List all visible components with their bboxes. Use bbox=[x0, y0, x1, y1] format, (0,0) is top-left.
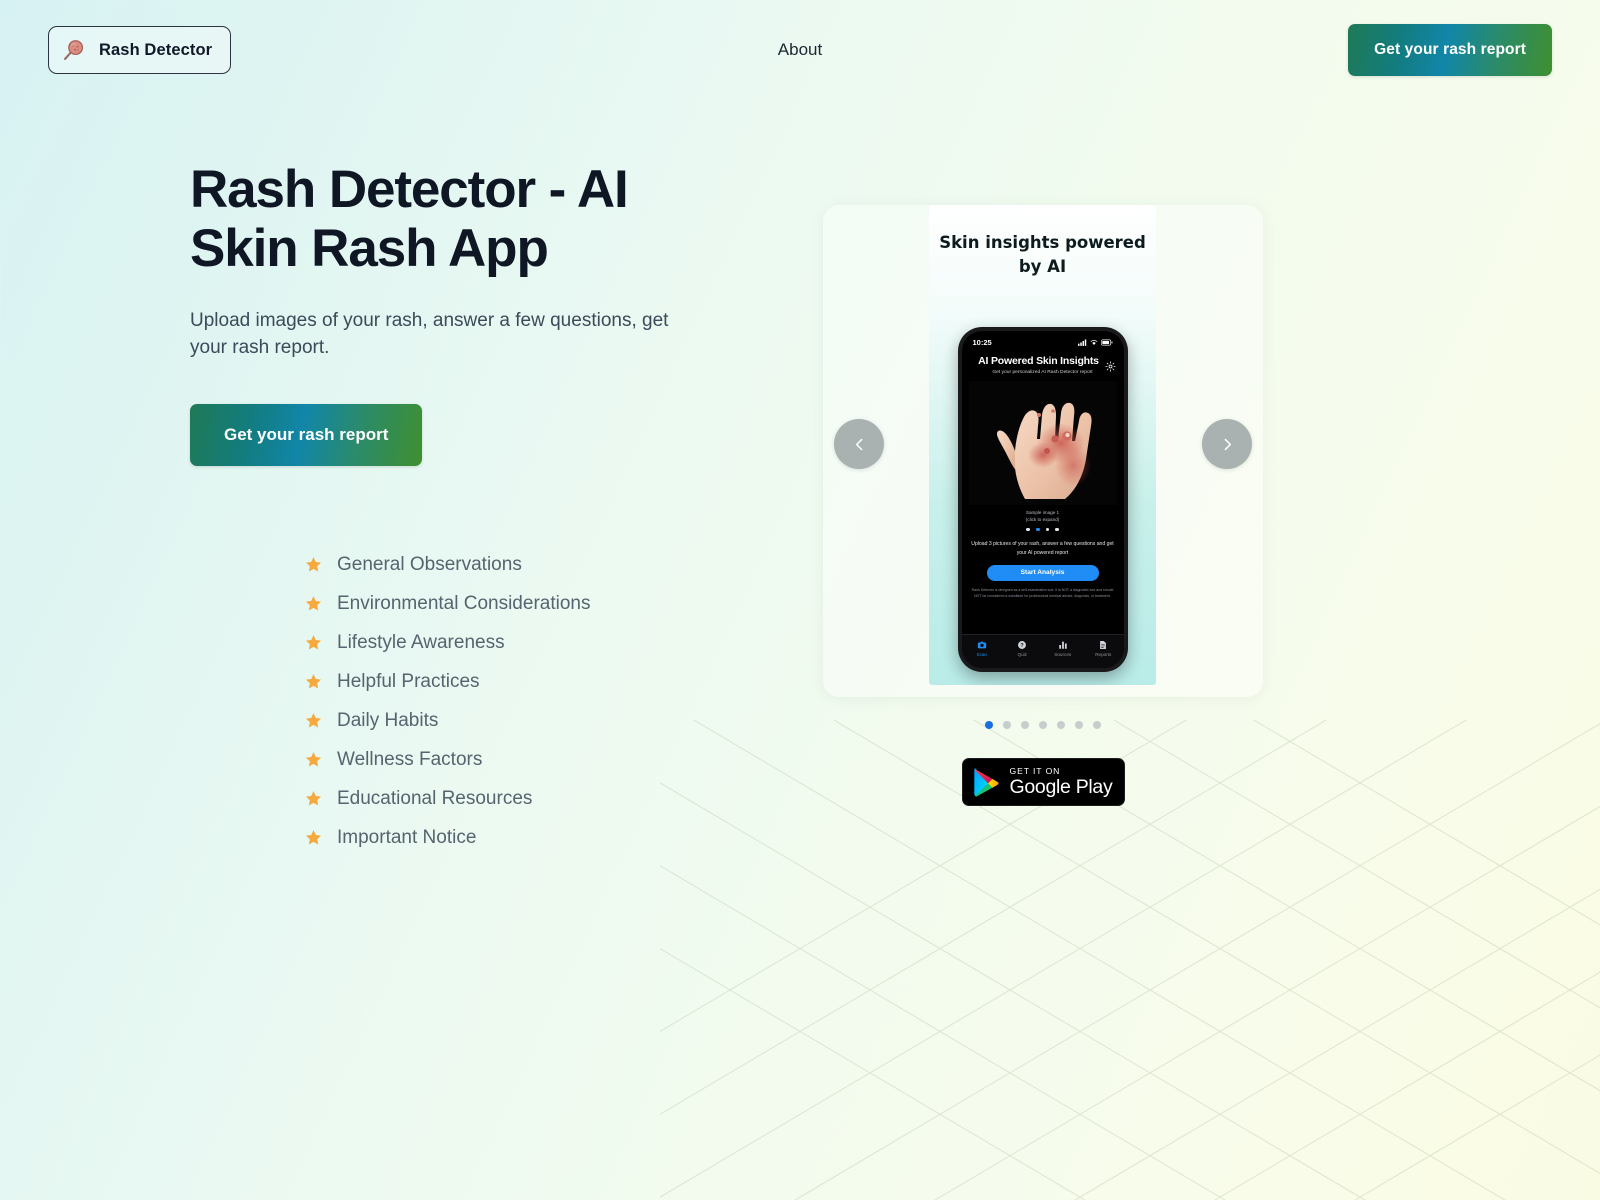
feature-list-item: Lifestyle Awareness bbox=[305, 623, 590, 662]
phone-image-dots bbox=[962, 527, 1124, 532]
carousel-prev-button[interactable] bbox=[834, 419, 884, 469]
phone-image-dot[interactable] bbox=[1055, 527, 1059, 532]
hero-subtitle: Upload images of your rash, answer a few… bbox=[190, 309, 669, 359]
phone-disclaimer: Rash Detector is designed as a self-exam… bbox=[971, 587, 1114, 598]
feature-list-item: Important Notice bbox=[305, 818, 590, 857]
magnifier-rash-icon bbox=[64, 40, 84, 60]
start-analysis-button[interactable]: Start Analysis bbox=[986, 564, 1099, 581]
feature-list: General Observations Environmental Consid… bbox=[305, 545, 590, 857]
phone-blurb: Upload 3 pictures of your rash, answer a… bbox=[971, 541, 1114, 557]
chevron-left-icon bbox=[855, 438, 862, 450]
header-get-report-button[interactable]: Get your rash report bbox=[1348, 24, 1552, 76]
carousel-slide[interactable]: Skin insights powered by AI 10:25 AI Pow… bbox=[929, 205, 1156, 685]
phone-tab-label: Sources bbox=[1054, 652, 1072, 657]
brand-logo-button[interactable]: Rash Detector bbox=[48, 26, 232, 74]
phone-screen: 10:25 AI Powered Skin Insights Get your … bbox=[961, 331, 1124, 668]
gear-icon[interactable] bbox=[1104, 361, 1116, 372]
feature-label: Important Notice bbox=[337, 826, 477, 848]
star-icon bbox=[305, 830, 322, 845]
star-icon bbox=[305, 557, 322, 572]
phone-tab-sources[interactable]: Sources bbox=[1044, 640, 1082, 657]
sample-caption-line1: Sample image 1 bbox=[1025, 510, 1060, 515]
site-header: Rash Detector About Get your rash report bbox=[0, 0, 1600, 100]
battery-icon bbox=[1100, 339, 1112, 346]
phone-tab-label: Reports bbox=[1095, 652, 1112, 657]
header-cta-container: Get your rash report bbox=[1348, 24, 1552, 76]
phone-mockup: 10:25 AI Powered Skin Insights Get your … bbox=[957, 327, 1128, 672]
carousel-dot[interactable] bbox=[1057, 721, 1065, 729]
phone-image-dot[interactable] bbox=[1026, 527, 1030, 532]
phone-tab-scan[interactable]: Scan bbox=[963, 640, 1001, 657]
hero-get-report-button[interactable]: Get your rash report bbox=[190, 403, 423, 466]
hero-section: Rash Detector - AI Skin Rash App Upload … bbox=[190, 160, 750, 466]
feature-label: Helpful Practices bbox=[337, 670, 480, 692]
page-title: Rash Detector - AI Skin Rash App bbox=[190, 160, 629, 279]
feature-label: Wellness Factors bbox=[337, 748, 483, 770]
wifi-icon bbox=[1090, 340, 1097, 345]
feature-label: Educational Resources bbox=[337, 787, 533, 809]
feature-list-item: Helpful Practices bbox=[305, 662, 590, 701]
feature-list-item: Daily Habits bbox=[305, 701, 590, 740]
feature-list-item: General Observations bbox=[305, 545, 590, 584]
brand-name: Rash Detector bbox=[99, 40, 213, 59]
carousel-dot[interactable] bbox=[985, 721, 993, 729]
feature-list-item: Educational Resources bbox=[305, 779, 590, 818]
carousel-dot[interactable] bbox=[1039, 721, 1047, 729]
star-icon bbox=[305, 713, 322, 728]
feature-label: Lifestyle Awareness bbox=[337, 631, 505, 653]
star-icon bbox=[305, 752, 322, 767]
carousel: Skin insights powered by AI 10:25 AI Pow… bbox=[823, 205, 1263, 697]
star-icon bbox=[305, 791, 322, 806]
carousel-dot[interactable] bbox=[1003, 721, 1011, 729]
status-time: 10:25 bbox=[972, 338, 992, 347]
star-icon bbox=[305, 674, 322, 689]
phone-image-dot[interactable] bbox=[1045, 527, 1050, 532]
carousel-dot[interactable] bbox=[1021, 721, 1029, 729]
app-showcase: Skin insights powered by AI 10:25 AI Pow… bbox=[823, 205, 1263, 806]
phone-tab-reports[interactable]: Reports bbox=[1084, 640, 1122, 657]
nav-link-about[interactable]: About bbox=[778, 40, 822, 60]
google-play-badge[interactable]: GET IT ON Google Play bbox=[961, 758, 1125, 806]
google-play-text: GET IT ON Google Play bbox=[1010, 767, 1113, 797]
feature-label: Daily Habits bbox=[337, 709, 439, 731]
sample-image-caption: Sample image 1 (click to expand) bbox=[962, 510, 1124, 524]
svg-text:?: ? bbox=[1021, 643, 1024, 649]
feature-label: Environmental Considerations bbox=[337, 592, 591, 614]
chevron-right-icon bbox=[1224, 438, 1231, 450]
phone-tab-quiz[interactable]: ? Quiz bbox=[1003, 640, 1041, 657]
google-play-icon bbox=[973, 768, 999, 797]
feature-list-item: Wellness Factors bbox=[305, 740, 590, 779]
phone-image-dot[interactable] bbox=[1035, 527, 1040, 532]
document-icon bbox=[1100, 641, 1107, 649]
feature-list-item: Environmental Considerations bbox=[305, 584, 590, 623]
rash-sample-image[interactable] bbox=[968, 381, 1117, 505]
carousel-dot[interactable] bbox=[1075, 721, 1083, 729]
status-indicators bbox=[1077, 339, 1113, 346]
phone-screen-title: AI Powered Skin Insights bbox=[978, 355, 1099, 367]
phone-screen-subtitle: Get your personalized AI Rash Detector r… bbox=[992, 370, 1093, 375]
camera-icon bbox=[977, 641, 986, 649]
sample-caption-line2: (click to expand) bbox=[1025, 516, 1060, 522]
carousel-dots bbox=[823, 721, 1263, 729]
slide-heading: Skin insights powered by AI bbox=[939, 233, 1146, 276]
carousel-dot[interactable] bbox=[1093, 721, 1101, 729]
bar-chart-icon bbox=[1059, 641, 1067, 649]
main-nav: About bbox=[778, 40, 822, 60]
play-badge-small-text: GET IT ON bbox=[1009, 765, 1061, 776]
star-icon bbox=[305, 635, 322, 650]
phone-tab-label: Quiz bbox=[1017, 652, 1027, 657]
phone-tab-label: Scan bbox=[976, 652, 987, 657]
star-icon bbox=[305, 596, 322, 611]
feature-label: General Observations bbox=[337, 553, 522, 575]
carousel-next-button[interactable] bbox=[1202, 419, 1252, 469]
cellular-icon bbox=[1077, 339, 1086, 346]
question-icon: ? bbox=[1018, 641, 1027, 649]
play-badge-big-text: Google Play bbox=[1009, 775, 1113, 798]
phone-tabbar: Scan ? Quiz Sources Reports bbox=[961, 634, 1124, 668]
phone-notch bbox=[1015, 336, 1070, 350]
